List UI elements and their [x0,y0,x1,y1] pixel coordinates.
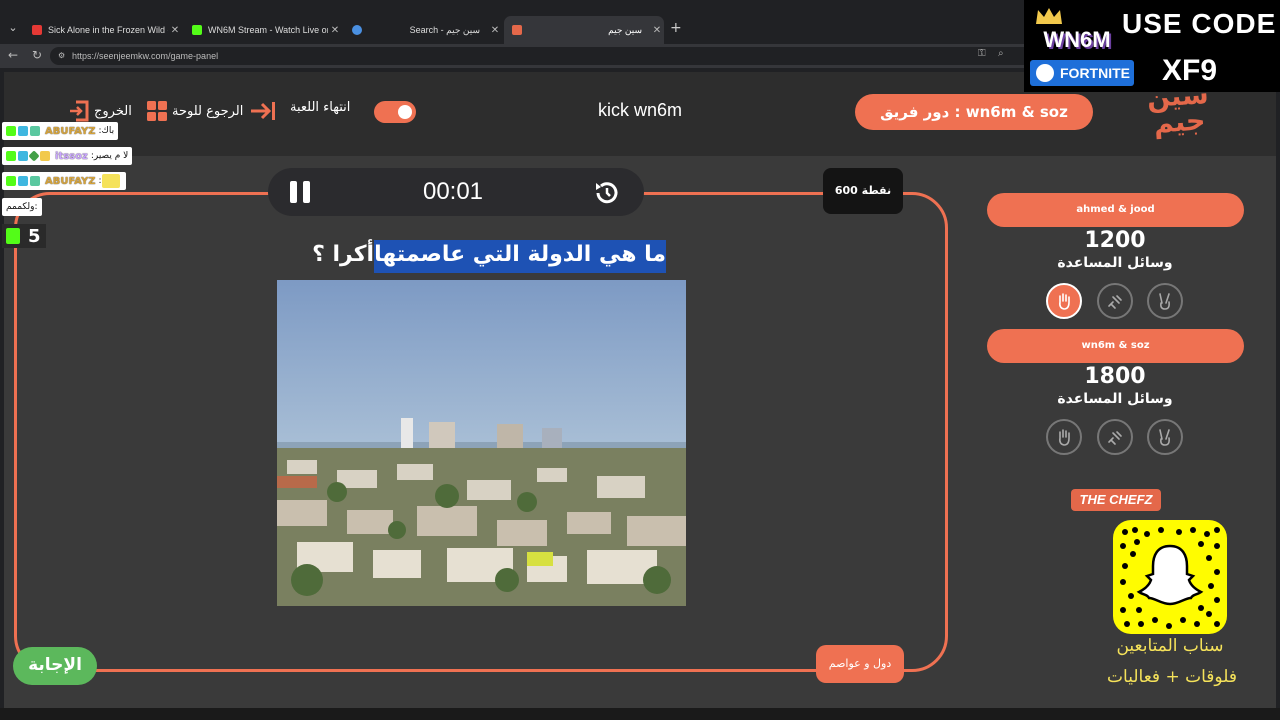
chat-message: ABUFAYZ: باك [2,122,119,140]
timer-bar: 00:01 [268,168,644,216]
call-friend-icon[interactable] [1097,283,1133,319]
site-info-icon[interactable]: ⚙ [58,47,65,65]
stop-hand-icon[interactable] [1046,283,1082,319]
sub-badge-icon [30,126,40,136]
chat-message: ABUFAYZ: [2,172,126,190]
chat-message: itssoz: لا م يصير [2,147,133,165]
timer-display: 00:01 [422,178,484,205]
rocket-league-icon [1036,64,1054,82]
snap-followers-text: سناب المتابعين [1116,636,1224,656]
vlogs-events-text: فلوقات + فعاليات [1107,667,1237,687]
thechefz-logo: THE CHEFZ [1071,489,1161,511]
browser-tab[interactable]: WN6M Stream - Watch Live on Ki ✕ [184,16,342,44]
new-tab-icon[interactable]: + [670,20,682,36]
browser-tab-active[interactable]: سين جيم ✕ [504,16,664,44]
exit-door-icon [70,100,89,122]
team-score: 1800 [1084,364,1146,389]
kick-favicon-icon [192,25,202,35]
snapchat-qr-code [1113,520,1227,634]
seenjeem-favicon-icon [512,25,522,35]
accra-city-photo [277,280,686,606]
diamond-badge-icon [28,150,40,162]
reset-timer-icon[interactable] [592,178,622,208]
emote-icon [101,174,120,188]
end-game-button[interactable]: انتهاء اللعبة [290,100,350,115]
back-to-board-button[interactable]: الرجوع للوحة [146,100,277,122]
viewer-count-value: 5 [28,225,41,247]
sub-badge-icon [18,176,28,186]
fortnite-badge: FORTNITE [1030,60,1134,86]
team-turn-pill: دور فريق : wn6m & soz [855,94,1093,130]
tab-search-menu-icon[interactable]: ⌄ [5,20,21,36]
double-answer-icon[interactable] [1147,419,1183,455]
team-name-pill: wn6m & soz [987,329,1244,363]
aids-label: وسائل المساعدة [1057,255,1173,271]
aids-label: وسائل المساعدة [1057,391,1173,407]
chat-text: باك [101,126,115,136]
exit-label: الخروج [94,103,132,119]
zoom-icon[interactable]: ⌕ [998,48,1004,59]
close-tab-icon[interactable]: ✕ [168,25,182,36]
url-field[interactable]: ⚙ https://seenjeemkw.com/game-panel [50,47,1040,65]
youtube-favicon-icon [32,25,42,35]
question-text: ما هي الدولة التي عاصمتهاأكرا ؟ [296,234,666,276]
kick-badge-icon [6,176,16,186]
end-game-label: انتهاء اللعبة [290,100,351,115]
sub-badge-icon [18,151,28,161]
chat-text: لا م يصير [93,151,129,161]
close-tab-icon[interactable]: ✕ [328,25,342,36]
team-score: 1200 [1084,228,1146,253]
close-tab-icon[interactable]: ✕ [650,25,664,36]
search-favicon-icon [352,25,362,35]
screen: { "browser": { "tabs": [ {"label": "Sick… [0,0,1280,720]
question-selected-text: ما هي الدولة التي عاصمتها [374,240,666,273]
browser-tab[interactable]: Sick Alone in the Frozen Wild - Yo ✕ [24,16,182,44]
pause-icon[interactable] [290,181,312,203]
chat-username: itssoz [55,150,88,162]
team-name-pill: ahmed & jood [987,193,1244,227]
wn6m-logo: WN6M [1043,27,1111,52]
viewer-count: 5 [2,224,46,248]
sub-badge-icon [30,176,40,186]
end-game-toggle[interactable] [374,101,416,123]
grid-icon [147,101,167,121]
kick-badge-icon [6,126,16,136]
chat-username: ABUFAYZ [45,175,96,187]
key-icon[interactable]: ⚿ [978,48,986,59]
close-tab-icon[interactable]: ✕ [488,25,502,36]
chat-message: ولكممم : [2,198,42,216]
stop-hand-icon[interactable] [1046,419,1082,455]
answer-button[interactable]: الإجابة [13,647,97,685]
browser-tab[interactable]: Search - سين جيم ✕ [344,16,502,44]
question-rest-text: أكرا ؟ [312,242,375,267]
sub-badge-icon [18,126,28,136]
taskbar-edge [0,708,1280,720]
category-badge: دول و عواصم [816,645,904,683]
sub-badge-icon [40,151,50,161]
back-to-board-label: الرجوع للوحة [172,103,244,119]
kick-logo-icon [6,228,20,244]
chat-username: ABUFAYZ [45,125,96,137]
kick-badge-icon [6,151,16,161]
snapcode-icon [1120,527,1220,629]
toggle-knob [398,105,412,119]
creator-code-text: XF9 [1162,54,1218,87]
points-badge: 600 نقطة [823,168,903,214]
chat-text: ولكممم [6,202,35,212]
use-code-text: USE CODE [1122,8,1277,39]
arrow-to-bar-icon [251,102,276,120]
question-image [277,280,686,606]
page-title: kick wn6m [597,100,682,120]
back-arrow-icon[interactable]: ← [8,48,18,62]
call-friend-icon[interactable] [1097,419,1133,455]
double-answer-icon[interactable] [1147,283,1183,319]
exit-button[interactable]: الخروج [68,100,132,122]
reload-icon[interactable]: ↻ [32,48,42,62]
promo-overlay: WN6M USE CODE FORTNITE XF9 [1024,0,1280,92]
